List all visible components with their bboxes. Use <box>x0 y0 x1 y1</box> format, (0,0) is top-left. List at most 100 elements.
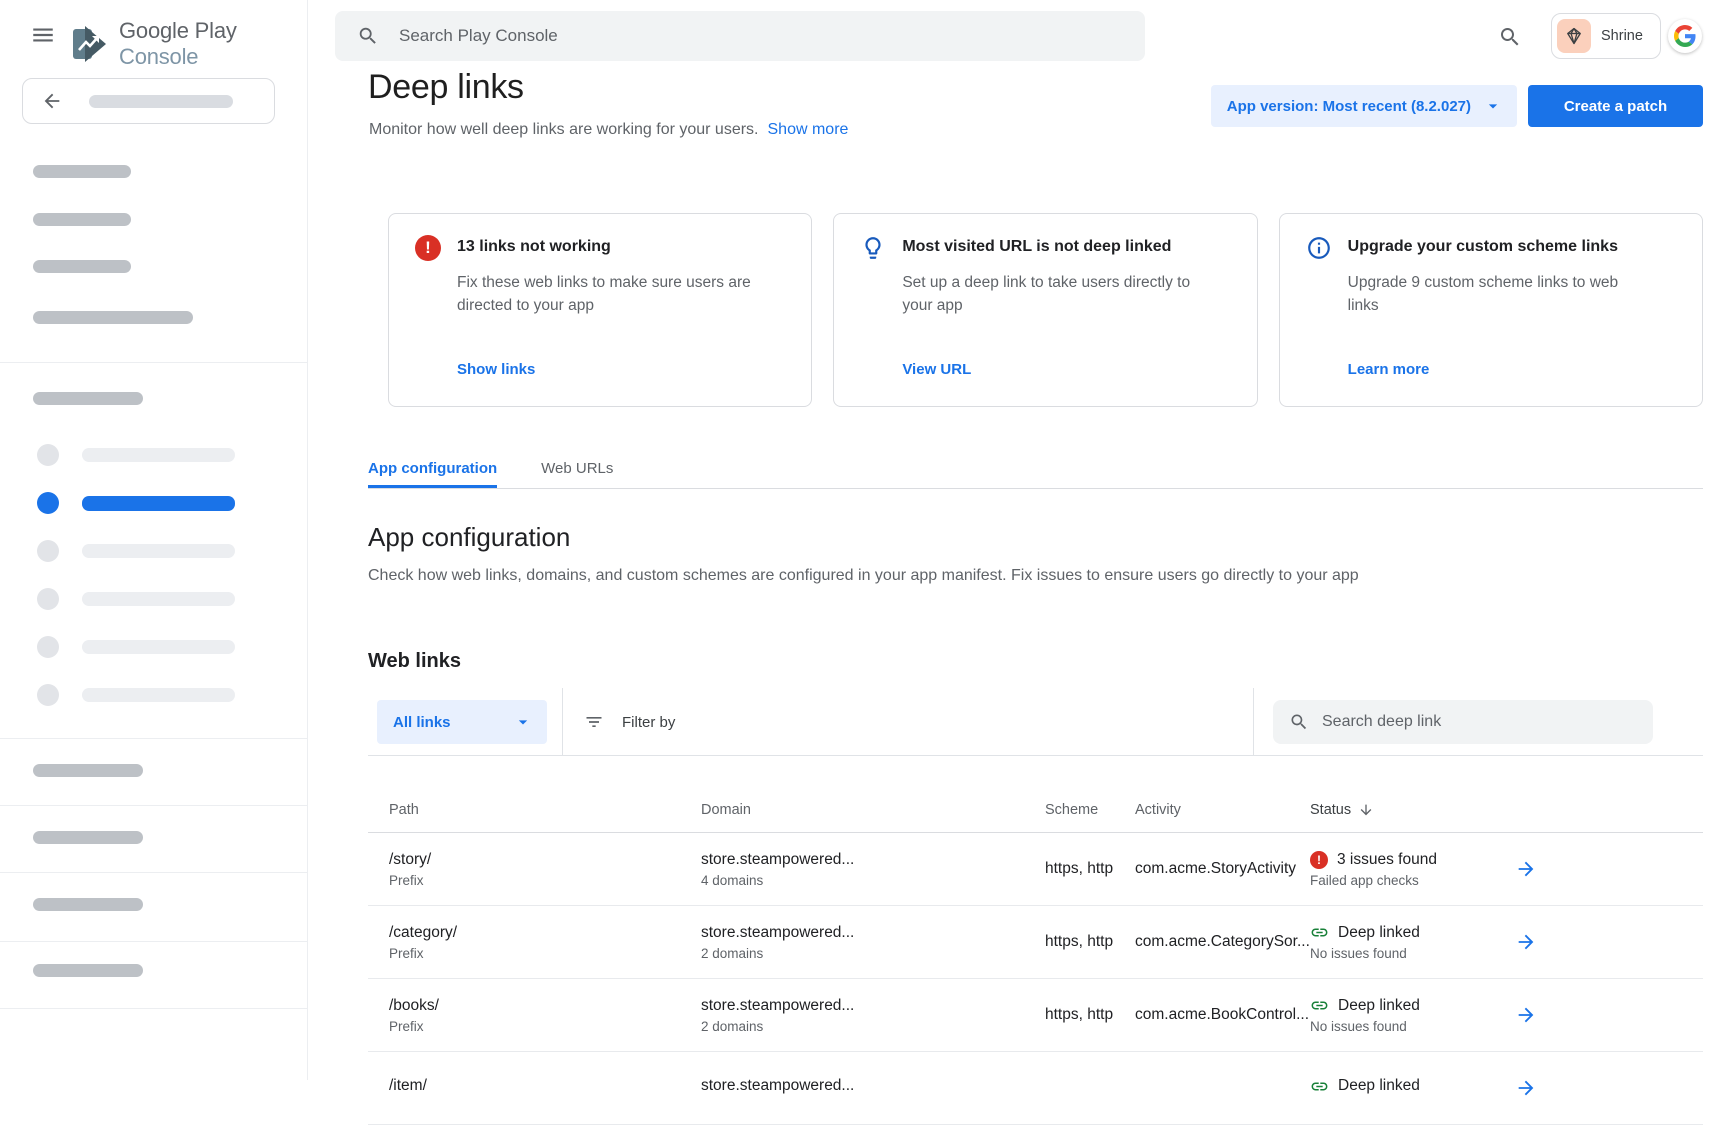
filter-by-button[interactable]: Filter by <box>584 688 675 756</box>
page-title: Deep links <box>368 68 524 107</box>
info-icon <box>1306 235 1332 266</box>
show-more-link[interactable]: Show more <box>768 121 849 138</box>
path-type: Prefix <box>389 1019 701 1034</box>
sidebar-divider <box>0 738 308 739</box>
column-activity[interactable]: Activity <box>1135 802 1310 818</box>
skeleton-section-header <box>33 898 143 911</box>
activity-value: com.acme.BookControl... <box>1135 1006 1310 1024</box>
row-detail-arrow[interactable] <box>1515 931 1703 953</box>
sidebar-item[interactable] <box>37 636 235 658</box>
card-most-visited-url: Most visited URL is not deep linked Set … <box>833 213 1257 407</box>
status-value: 3 issues found <box>1337 851 1437 869</box>
tab-web-urls[interactable]: Web URLs <box>541 450 613 488</box>
app-switcher-chip[interactable]: Shrine <box>1551 13 1661 59</box>
filter-divider <box>1253 688 1254 756</box>
skeleton-section-header <box>33 964 143 977</box>
tab-app-configuration[interactable]: App configuration <box>368 450 497 488</box>
status-detail: No issues found <box>1310 1019 1515 1034</box>
insight-cards: ! 13 links not working Fix these web lin… <box>388 213 1703 407</box>
path-value: /category/ <box>389 924 701 942</box>
google-account-avatar[interactable] <box>1668 19 1702 53</box>
link-icon <box>1310 996 1329 1015</box>
sidebar-item[interactable] <box>37 540 235 562</box>
sidebar-divider <box>0 941 308 942</box>
domain-value: store.steampowered... <box>701 924 1045 942</box>
domain-count: 2 domains <box>701 946 1045 961</box>
show-links-link[interactable]: Show links <box>457 361 535 378</box>
global-search-bar[interactable] <box>335 11 1145 61</box>
error-icon: ! <box>1310 851 1328 869</box>
section-description: Check how web links, domains, and custom… <box>368 567 1359 585</box>
scheme-value: https, http <box>1045 1006 1135 1024</box>
activity-value: com.acme.StoryActivity <box>1135 860 1310 878</box>
dropdown-arrow-icon <box>1483 96 1503 116</box>
sidebar-item[interactable] <box>37 444 235 466</box>
row-detail-arrow[interactable] <box>1515 1004 1703 1026</box>
table-row-item[interactable]: /item/ store.steampowered... Deep linked <box>368 1052 1703 1125</box>
domain-count: 2 domains <box>701 1019 1045 1034</box>
menu-icon[interactable] <box>30 22 56 48</box>
skeleton-bar <box>33 165 131 178</box>
filter-divider <box>562 688 563 756</box>
play-console-logo-icon <box>72 24 108 64</box>
create-patch-button[interactable]: Create a patch <box>1528 85 1703 127</box>
table-row-category[interactable]: /category/Prefix store.steampowered... 2 … <box>368 906 1703 979</box>
sidebar-divider <box>0 805 308 806</box>
table-header: Path Domain Scheme Activity Status <box>368 756 1703 833</box>
domain-value: store.steampowered... <box>701 851 1045 869</box>
domain-value: store.steampowered... <box>701 997 1045 1015</box>
web-links-heading: Web links <box>368 650 461 673</box>
table-row-story[interactable]: /story/Prefix store.steampowered...4 dom… <box>368 833 1703 906</box>
skeleton-section-header <box>33 764 143 777</box>
error-icon: ! <box>415 235 441 261</box>
status-value: Deep linked <box>1338 924 1420 942</box>
web-links-table: Path Domain Scheme Activity Status /stor… <box>368 756 1703 1125</box>
column-scheme[interactable]: Scheme <box>1045 802 1135 818</box>
tab-bar: App configuration Web URLs <box>368 450 1703 489</box>
filter-bar: All links Filter by <box>368 688 1703 756</box>
row-detail-arrow[interactable] <box>1515 1077 1703 1099</box>
skeleton-bar <box>33 213 131 226</box>
row-detail-arrow[interactable] <box>1515 858 1703 880</box>
sidebar-item-active[interactable] <box>37 492 235 514</box>
all-links-filter-dropdown[interactable]: All links <box>377 700 547 744</box>
filter-icon <box>584 712 604 732</box>
search-icon <box>1289 712 1309 732</box>
path-value: /story/ <box>389 851 701 869</box>
deep-link-search-box[interactable] <box>1273 700 1653 744</box>
link-icon <box>1310 1077 1329 1096</box>
app-selector-back[interactable] <box>22 78 275 124</box>
path-value: /books/ <box>389 997 701 1015</box>
card-links-not-working: ! 13 links not working Fix these web lin… <box>388 213 812 407</box>
sidebar-divider <box>0 1008 308 1009</box>
play-console-logo[interactable]: Google Play Console <box>72 18 307 70</box>
google-logo-icon <box>1674 25 1696 47</box>
section-heading: App configuration <box>368 522 570 553</box>
sidebar-item[interactable] <box>37 588 235 610</box>
back-arrow-icon <box>41 90 63 112</box>
column-status-sort[interactable]: Status <box>1310 802 1515 818</box>
skeleton-bar <box>33 311 193 324</box>
sidebar-item[interactable] <box>37 684 235 706</box>
search-icon-button[interactable] <box>1498 25 1522 49</box>
table-row-books[interactable]: /books/Prefix store.steampowered... 2 dom… <box>368 979 1703 1052</box>
learn-more-link[interactable]: Learn more <box>1348 361 1430 378</box>
app-name: Shrine <box>1601 28 1643 44</box>
card-title: 13 links not working <box>457 238 787 256</box>
column-path[interactable]: Path <box>389 802 701 818</box>
sidebar: Google Play Console <box>0 0 308 1080</box>
view-url-link[interactable]: View URL <box>902 361 971 378</box>
deep-link-search-input[interactable] <box>1322 713 1632 731</box>
global-search-input[interactable] <box>399 26 999 46</box>
page-subtitle: Monitor how well deep links are working … <box>369 121 848 139</box>
status-detail: No issues found <box>1310 946 1515 961</box>
card-upgrade-schemes: Upgrade your custom scheme links Upgrade… <box>1279 213 1703 407</box>
sort-descending-icon <box>1358 802 1374 818</box>
card-title: Upgrade your custom scheme links <box>1348 238 1678 256</box>
status-detail: Failed app checks <box>1310 873 1515 888</box>
column-domain[interactable]: Domain <box>701 802 1045 818</box>
skeleton-bar <box>89 95 233 108</box>
app-version-dropdown[interactable]: App version: Most recent (8.2.027) <box>1211 85 1517 127</box>
card-body: Upgrade 9 custom scheme links to web lin… <box>1348 271 1653 317</box>
path-type: Prefix <box>389 946 701 961</box>
